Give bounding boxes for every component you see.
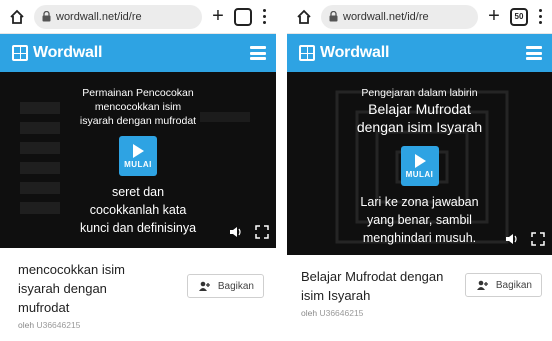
- game-description-line: Lari ke zona jawaban: [360, 195, 479, 209]
- activity-info: mencocokkan isim isyarah dengan mufrodat…: [0, 248, 276, 317]
- share-label: Bagikan: [495, 279, 532, 291]
- hamburger-icon[interactable]: [526, 46, 542, 60]
- play-button[interactable]: MULAI: [400, 146, 439, 186]
- wordwall-logo[interactable]: Wordwall: [12, 44, 102, 62]
- logo-text: Wordwall: [33, 44, 103, 61]
- play-label: MULAI: [405, 170, 434, 179]
- game-title-line: isyarah dengan mufrodat: [79, 115, 197, 127]
- play-icon: [133, 144, 144, 158]
- game-description-line: kunci dan definisinya: [79, 221, 197, 235]
- author-prefix: oleh: [301, 308, 318, 318]
- volume-icon[interactable]: [504, 231, 520, 247]
- game-preview[interactable]: Pengejaran dalam labirin Belajar Mufroda…: [287, 72, 552, 255]
- share-icon: [476, 280, 488, 290]
- play-label: MULAI: [124, 160, 152, 169]
- author-name[interactable]: U36646215: [36, 320, 80, 330]
- game-title-line: dengan isim Isyarah: [356, 119, 483, 135]
- home-icon[interactable]: [293, 6, 315, 28]
- author-name[interactable]: U36646215: [319, 308, 363, 318]
- wordwall-logo-icon: [299, 45, 315, 61]
- activity-title[interactable]: Belajar Mufrodat dengan isim Isyarah: [301, 267, 451, 305]
- url-bar[interactable]: wordwall.net/id/re: [321, 4, 478, 29]
- game-controls: [504, 231, 546, 247]
- share-icon: [198, 281, 210, 291]
- screen-left: wordwall.net/id/re + Wordwall Permainan …: [0, 0, 276, 341]
- game-title-line: Belajar Mufrodat: [368, 101, 471, 117]
- share-button[interactable]: Bagikan: [186, 274, 264, 298]
- game-content: Pengejaran dalam labirin Belajar Mufroda…: [287, 72, 552, 255]
- author-prefix: oleh: [18, 320, 35, 330]
- fullscreen-icon[interactable]: [254, 224, 270, 240]
- game-type-line: Pengejaran dalam labirin: [361, 87, 478, 99]
- url-text: wordwall.net/id/re: [343, 10, 429, 23]
- logo-text: Wordwall: [320, 44, 390, 61]
- author-line: oleh U36646215: [0, 320, 276, 330]
- url-bar[interactable]: wordwall.net/id/re: [34, 4, 202, 29]
- url-text: wordwall.net/id/re: [56, 10, 142, 23]
- game-title-line: Permainan Pencocokan: [82, 87, 194, 99]
- game-preview[interactable]: Permainan Pencocokan mencocokkan isim is…: [0, 72, 276, 248]
- wordwall-logo[interactable]: Wordwall: [299, 44, 389, 62]
- more-vert-icon[interactable]: [534, 6, 546, 28]
- play-button[interactable]: MULAI: [119, 136, 157, 176]
- game-controls: [228, 224, 270, 240]
- lock-icon: [329, 11, 339, 23]
- hamburger-icon[interactable]: [250, 46, 266, 60]
- play-icon: [414, 154, 426, 168]
- tabs-icon[interactable]: 50: [510, 7, 528, 26]
- activity-title[interactable]: mencocokkan isim isyarah dengan mufrodat: [18, 260, 158, 317]
- fullscreen-icon[interactable]: [530, 231, 546, 247]
- browser-toolbar: wordwall.net/id/re + 50: [287, 0, 552, 34]
- game-content: Permainan Pencocokan mencocokkan isim is…: [0, 72, 276, 248]
- new-tab-icon[interactable]: +: [484, 5, 504, 28]
- share-button[interactable]: Bagikan: [464, 273, 542, 297]
- game-description-line: menghindari musuh.: [362, 231, 477, 245]
- game-description-line: seret dan: [111, 185, 165, 199]
- author-line: oleh U36646215: [287, 308, 552, 318]
- game-title-line: mencocokkan isim: [94, 101, 182, 113]
- tabs-icon[interactable]: [234, 7, 252, 26]
- site-header: Wordwall: [0, 34, 276, 72]
- wordwall-logo-icon: [12, 45, 28, 61]
- volume-icon[interactable]: [228, 224, 244, 240]
- lock-icon: [42, 11, 52, 23]
- more-vert-icon[interactable]: [258, 6, 270, 28]
- browser-toolbar: wordwall.net/id/re +: [0, 0, 276, 34]
- share-label: Bagikan: [217, 280, 254, 292]
- site-header: Wordwall: [287, 34, 552, 72]
- new-tab-icon[interactable]: +: [208, 5, 228, 28]
- home-icon[interactable]: [6, 6, 28, 28]
- divider: [276, 0, 287, 341]
- game-description-line: cocokkanlah kata: [89, 203, 187, 217]
- game-description-line: yang benar, sambil: [367, 213, 472, 227]
- screen-right: wordwall.net/id/re + 50 Wordwall Pengeja…: [287, 0, 552, 341]
- activity-info: Belajar Mufrodat dengan isim Isyarah Bag…: [287, 255, 552, 305]
